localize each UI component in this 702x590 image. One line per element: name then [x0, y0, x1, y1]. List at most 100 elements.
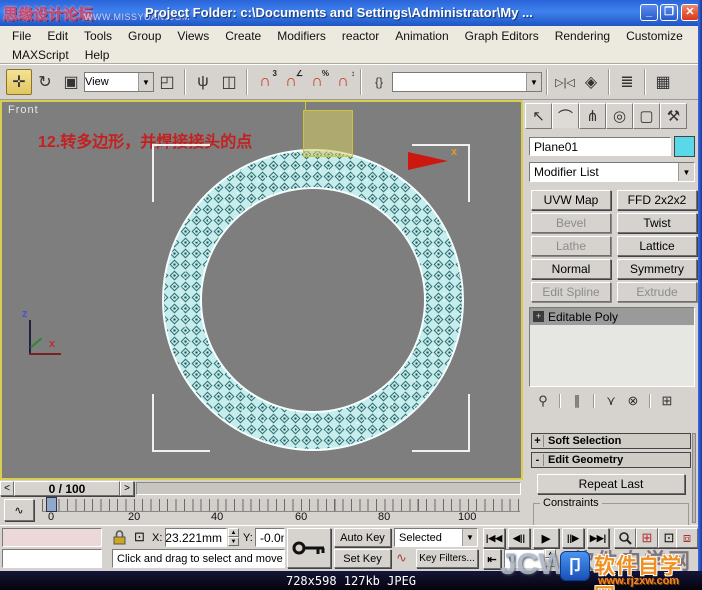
- spinner-snap-button[interactable]: ∩ ↕: [330, 69, 356, 95]
- maxscript-mini-listener[interactable]: [2, 528, 102, 547]
- x-axis-arrow-icon[interactable]: [408, 152, 448, 170]
- auto-key-button[interactable]: Auto Key: [334, 528, 391, 547]
- default-tangent-icon[interactable]: ∿: [396, 550, 407, 566]
- zoom-button[interactable]: [614, 528, 636, 548]
- menu-reactor[interactable]: reactor: [334, 29, 387, 43]
- frame-spinner[interactable]: ▲ ▼: [545, 549, 556, 567]
- time-slider-handle[interactable]: 0 / 100: [14, 481, 120, 496]
- time-back-button[interactable]: <: [0, 481, 14, 496]
- dropdown-arrow-icon[interactable]: ▼: [138, 73, 153, 91]
- absolute-mode-toggle-icon[interactable]: ⊡: [134, 529, 145, 545]
- next-frame-button[interactable]: ||▶: [562, 528, 584, 548]
- align-button[interactable]: ◈: [578, 69, 604, 95]
- dropdown-arrow-icon[interactable]: ▼: [678, 163, 694, 181]
- expand-icon[interactable]: +: [533, 311, 544, 322]
- repeat-last-button[interactable]: Repeat Last: [537, 474, 685, 494]
- play-button[interactable]: ▶: [533, 528, 559, 548]
- menu-maxscript[interactable]: MAXScript: [4, 48, 77, 62]
- select-and-rotate-button[interactable]: ↻: [32, 69, 58, 95]
- key-filters-button[interactable]: Key Filters...: [416, 549, 478, 568]
- rollout-scrollbar[interactable]: [692, 433, 696, 523]
- current-frame-field[interactable]: 0: [504, 549, 544, 568]
- go-to-end-button[interactable]: ▶▶|: [587, 528, 609, 548]
- remove-modifier-icon[interactable]: ⊗: [623, 392, 643, 410]
- x-coord-field[interactable]: 23.221mm: [165, 528, 227, 547]
- menu-group[interactable]: Group: [120, 29, 169, 43]
- configure-modifier-sets-icon[interactable]: ⊞: [657, 392, 677, 410]
- menu-file[interactable]: File: [4, 29, 39, 43]
- make-unique-icon[interactable]: ⋎: [601, 392, 621, 410]
- stack-item-editable-poly[interactable]: + Editable Poly: [530, 308, 694, 325]
- reference-coordinate-dropdown[interactable]: View ▼: [84, 72, 154, 92]
- keyboard-override-icon[interactable]: ◫: [216, 69, 242, 95]
- zoom-extents-all-button[interactable]: ⧈: [676, 528, 698, 548]
- track-bar-frame-handle[interactable]: [46, 497, 57, 512]
- zoom-all-button[interactable]: ⊞: [636, 528, 658, 548]
- angle-snap-button[interactable]: ∩ ∠: [278, 69, 304, 95]
- pin-stack-icon[interactable]: ⚲: [533, 392, 553, 410]
- menu-edit[interactable]: Edit: [39, 29, 76, 43]
- select-and-move-button[interactable]: ✛: [6, 69, 32, 95]
- minimize-button[interactable]: _: [640, 4, 658, 21]
- modifier-list-dropdown[interactable]: Modifier List ▼: [529, 162, 695, 182]
- selection-lock-icon[interactable]: [112, 530, 127, 545]
- snap-toggle-3d-button[interactable]: ∩ 3: [252, 69, 278, 95]
- object-name-field[interactable]: Plane01: [529, 137, 671, 156]
- object-color-swatch[interactable]: [674, 136, 695, 157]
- menu-modifiers[interactable]: Modifiers: [269, 29, 334, 43]
- maximize-button[interactable]: ❐: [660, 4, 678, 21]
- show-end-result-icon[interactable]: ∥: [567, 392, 587, 410]
- menu-help[interactable]: Help: [77, 48, 118, 62]
- maxscript-listener-white[interactable]: [2, 549, 102, 568]
- named-selection-sets-icon[interactable]: {}: [366, 69, 392, 95]
- mini-curve-editor-button[interactable]: ∿: [4, 499, 34, 521]
- select-and-manipulate-icon[interactable]: ψ: [190, 69, 216, 95]
- time-forward-button[interactable]: >: [120, 481, 134, 496]
- menu-customize[interactable]: Customize: [618, 29, 691, 43]
- menu-create[interactable]: Create: [217, 29, 269, 43]
- track-bar-ruler[interactable]: [42, 499, 520, 512]
- button-lattice[interactable]: Lattice: [617, 236, 697, 256]
- tab-display-icon[interactable]: ▢: [633, 103, 660, 129]
- set-keys-button[interactable]: [287, 528, 331, 568]
- button-ffd-2x2x2[interactable]: FFD 2x2x2: [617, 190, 697, 210]
- button-twist[interactable]: Twist: [617, 213, 697, 233]
- previous-frame-button[interactable]: ◀||: [508, 528, 530, 548]
- tab-hierarchy-icon[interactable]: ⋔: [579, 103, 606, 129]
- menu-tools[interactable]: Tools: [76, 29, 120, 43]
- uvw-gizmo-region[interactable]: [303, 110, 353, 157]
- x-coord-spinner[interactable]: ▲ ▼: [228, 528, 239, 546]
- tab-modify-icon[interactable]: ⌒: [552, 103, 579, 129]
- menu-rendering[interactable]: Rendering: [547, 29, 618, 43]
- key-mode-toggle-button[interactable]: ⇤: [483, 549, 501, 569]
- time-slider-track[interactable]: [136, 482, 521, 495]
- menu-animation[interactable]: Animation: [387, 29, 456, 43]
- named-selection-dropdown[interactable]: ▼: [392, 72, 542, 92]
- button-normal[interactable]: Normal: [531, 259, 611, 279]
- button-symmetry[interactable]: Symmetry: [617, 259, 697, 279]
- viewport-front[interactable]: Front 12.转多边形，并焊接接头的点 x z x: [0, 100, 523, 480]
- set-key-button[interactable]: Set Key: [334, 549, 391, 568]
- curve-editor-button[interactable]: ▦: [650, 69, 676, 95]
- viewport-label[interactable]: Front: [8, 104, 39, 116]
- tab-create-icon[interactable]: ↖: [525, 103, 552, 129]
- y-coord-field[interactable]: -0.0m: [255, 528, 285, 547]
- menu-graph-editors[interactable]: Graph Editors: [457, 29, 547, 43]
- dropdown-arrow-icon[interactable]: ▼: [462, 529, 477, 546]
- close-button[interactable]: ✕: [681, 4, 699, 21]
- button-uvw-map[interactable]: UVW Map: [531, 190, 611, 210]
- percent-snap-button[interactable]: ∩ %: [304, 69, 330, 95]
- dropdown-arrow-icon[interactable]: ▼: [526, 73, 541, 91]
- layer-manager-button[interactable]: ≣: [614, 69, 640, 95]
- modifier-stack-list[interactable]: + Editable Poly: [529, 307, 695, 387]
- tab-utilities-icon[interactable]: ⚒: [660, 103, 687, 129]
- select-and-scale-button[interactable]: ▣: [58, 69, 84, 95]
- rollout-soft-selection[interactable]: + Soft Selection: [531, 433, 691, 449]
- selection-set-dropdown[interactable]: Selected ▼: [394, 528, 478, 547]
- title-bar[interactable]: 思缘设计论坛 WWW.MISSYUAN.COM Project Folder: …: [0, 0, 702, 26]
- rollout-edit-geometry[interactable]: - Edit Geometry: [531, 452, 691, 468]
- use-center-icon[interactable]: ◰: [154, 69, 180, 95]
- tab-motion-icon[interactable]: ◎: [606, 103, 633, 129]
- go-to-start-button[interactable]: |◀◀: [483, 528, 505, 548]
- mirror-button[interactable]: ▷|◁: [552, 69, 578, 95]
